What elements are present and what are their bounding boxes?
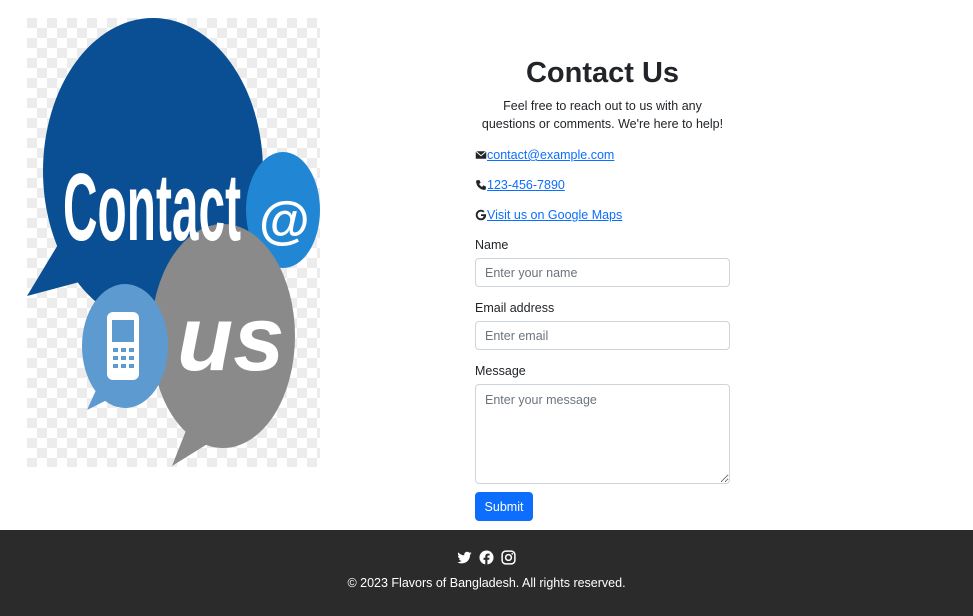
name-label: Name — [475, 238, 509, 252]
phone-icon — [476, 180, 486, 190]
footer: © 2023 Flavors of Bangladesh. All rights… — [0, 530, 973, 616]
contact-us-image: Contact @ us — [27, 18, 320, 467]
intro-text: Feel free to reach out to us with any qu… — [481, 99, 724, 131]
contact-section: Contact Us Feel free to reach out to us … — [475, 55, 730, 521]
logo-text-at: @ — [259, 192, 310, 250]
instagram-icon[interactable] — [501, 550, 516, 565]
contact-form: Name Email address Message Submit — [475, 236, 730, 521]
page-title: Contact Us — [525, 57, 680, 89]
phone-link[interactable]: 123-456-7890 — [487, 178, 565, 192]
email-link[interactable]: contact@example.com — [487, 148, 614, 162]
email-label: Email address — [475, 301, 555, 315]
twitter-icon[interactable] — [457, 550, 472, 565]
maps-link[interactable]: Visit us on Google Maps — [487, 208, 622, 222]
logo-text-contact: Contact — [63, 154, 241, 261]
contact-phone-row: 123-456-7890 — [475, 176, 730, 194]
name-input[interactable] — [475, 258, 730, 287]
page: Contact @ us Contact Us Feel free to rea… — [0, 0, 973, 616]
copyright-text: © 2023 Flavors of Bangladesh. All rights… — [347, 576, 626, 590]
google-icon — [475, 209, 487, 221]
social-links — [0, 550, 973, 566]
contact-maps-row: Visit us on Google Maps — [475, 206, 730, 224]
contact-email-row: contact@example.com — [475, 146, 730, 164]
message-label: Message — [475, 364, 526, 378]
envelope-icon — [475, 150, 487, 159]
submit-button[interactable]: Submit — [475, 492, 533, 521]
email-input[interactable] — [475, 321, 730, 350]
facebook-icon[interactable] — [479, 550, 494, 565]
logo-text-us: us — [177, 288, 284, 390]
message-textarea[interactable] — [475, 384, 730, 484]
